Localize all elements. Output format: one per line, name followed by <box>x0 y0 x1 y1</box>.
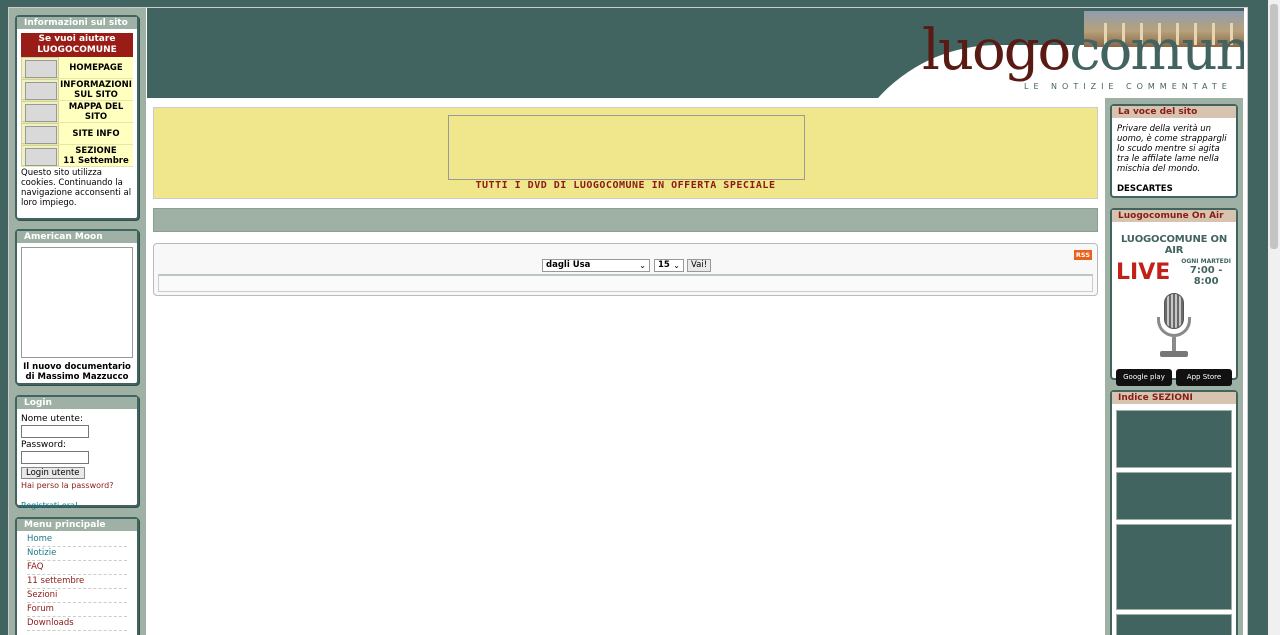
help-header: Se vuoi aiutare LUOGOCOMUNE <box>21 33 133 57</box>
quote-title: La voce del sito <box>1112 106 1236 118</box>
promo-link[interactable]: TUTTI I DVD DI LUOGOCOMUNE IN OFFERTA SP… <box>154 180 1097 191</box>
american-moon-title: American Moon <box>17 231 137 243</box>
news-list-area <box>158 274 1093 292</box>
site-header: luogocomune LE NOTIZIE COMMENTATE <box>147 8 1244 98</box>
quote-block: La voce del sito Privare della verità un… <box>1110 104 1238 198</box>
menu-item[interactable]: FAQ <box>27 561 127 575</box>
login-button[interactable]: Login utente <box>21 467 85 479</box>
menu-item[interactable]: Notizie <box>27 547 127 561</box>
news-filter-box: RSS dagli Usa ⌄ 15 ⌄ Vai! <box>153 243 1098 296</box>
rss-icon[interactable]: RSS <box>1073 250 1092 260</box>
sections-index-title: Indice SEZIONI <box>1112 392 1236 404</box>
go-button[interactable]: Vai! <box>687 259 712 272</box>
ad-frame[interactable] <box>448 115 805 180</box>
quote-text: Privare della verità un uomo, è come str… <box>1117 124 1227 174</box>
moon-caption: Il nuovo documentario di Massimo Mazzucco <box>23 362 131 382</box>
onair-title: Luogocomune On Air <box>1112 210 1236 222</box>
help-item-thumbnail <box>21 79 59 100</box>
help-item[interactable]: SEZIONE 11 Settembre <box>21 145 133 167</box>
sections-index-block: Indice SEZIONI <box>1110 390 1238 635</box>
help-item-label: SITE INFO <box>59 123 133 144</box>
section-panel[interactable] <box>1116 524 1232 610</box>
chevron-down-icon: ⌄ <box>639 261 646 270</box>
quote-author: DESCARTES <box>1117 184 1173 194</box>
right-sidebar: La voce del sito Privare della verità un… <box>1105 98 1243 635</box>
password-label: Password: <box>21 440 67 450</box>
app-store-button[interactable]: App Store <box>1176 369 1232 386</box>
google-play-button[interactable]: Google play <box>1116 369 1172 386</box>
video-frame[interactable] <box>21 247 133 358</box>
password-input[interactable] <box>21 451 89 464</box>
microphone-icon <box>1154 293 1194 359</box>
menu-item[interactable]: Home <box>27 533 127 547</box>
onair-block: Luogocomune On Air LUOGOCOMUNE ON AIR LI… <box>1110 208 1238 386</box>
section-panel[interactable] <box>1116 614 1232 635</box>
onair-heading: LUOGOCOMUNE ON AIR <box>1120 234 1227 256</box>
site-logo[interactable]: luogocomune <box>922 20 1244 82</box>
menu-item[interactable]: Downloads <box>27 617 127 631</box>
main-menu-title: Menu principale <box>17 519 137 531</box>
help-item[interactable]: MAPPA DEL SITO <box>21 101 133 123</box>
help-item[interactable]: SITE INFO <box>21 123 133 145</box>
section-panel[interactable] <box>1116 472 1232 520</box>
menu-item[interactable]: 11 settembre <box>27 575 127 589</box>
menu-item[interactable]: Sezioni <box>27 589 127 603</box>
help-item-thumbnail <box>21 123 59 144</box>
page-scrollbar[interactable] <box>1268 0 1280 635</box>
help-item-label: MAPPA DEL SITO <box>59 101 133 122</box>
main-menu: Home Notizie FAQ 11 settembre Sezioni Forum Do… <box>17 531 137 631</box>
help-item-label: INFORMAZIONI SUL SITO <box>59 79 133 100</box>
section-panel[interactable] <box>1116 410 1232 468</box>
promo-banner: TUTTI I DVD DI LUOGOCOMUNE IN OFFERTA SP… <box>153 107 1098 199</box>
help-item[interactable]: INFORMAZIONI SUL SITO <box>21 79 133 101</box>
news-bar <box>153 208 1098 232</box>
username-input[interactable] <box>21 425 89 438</box>
source-select[interactable]: dagli Usa ⌄ <box>542 259 650 272</box>
help-item[interactable]: HOMEPAGE <box>21 57 133 79</box>
info-block-title: Informazioni sul sito <box>17 17 137 29</box>
left-sidebar: Informazioni sul sito Se vuoi aiutare LUO… <box>9 8 146 635</box>
lost-password-link[interactable]: Hai perso la password? <box>21 481 133 490</box>
site-tagline: LE NOTIZIE COMMENTATE <box>1024 82 1232 91</box>
help-item-label: SEZIONE 11 Settembre <box>59 145 133 166</box>
main-menu-block: Menu principale Home Notizie FAQ 11 settemb… <box>15 517 139 635</box>
page: Informazioni sul sito Se vuoi aiutare LUO… <box>8 7 1248 635</box>
help-item-thumbnail <box>21 101 59 122</box>
help-item-thumbnail <box>21 145 59 166</box>
register-link[interactable]: Registrati ora! <box>21 501 133 510</box>
live-label: LIVE <box>1116 259 1171 285</box>
scrollbar-thumb[interactable] <box>1270 4 1278 249</box>
login-block: Login Nome utente: Password: Login utent… <box>15 395 139 510</box>
info-block: Informazioni sul sito Se vuoi aiutare LUO… <box>15 15 139 220</box>
cookie-notice: Questo sito utilizza cookies. Continuand… <box>21 168 132 208</box>
american-moon-block: American Moon Il nuovo documentario di Ma… <box>15 229 139 385</box>
username-label: Nome utente: <box>21 414 83 424</box>
help-item-label: HOMEPAGE <box>59 57 133 78</box>
live-time: 7:00 - 8:00 <box>1189 265 1223 287</box>
count-select[interactable]: 15 ⌄ <box>654 259 684 272</box>
live-day: OGNI MARTEDI <box>1181 258 1231 265</box>
login-title: Login <box>17 397 137 409</box>
chevron-down-icon: ⌄ <box>673 261 680 270</box>
menu-item[interactable]: Forum <box>27 603 127 617</box>
help-item-thumbnail <box>21 57 59 78</box>
